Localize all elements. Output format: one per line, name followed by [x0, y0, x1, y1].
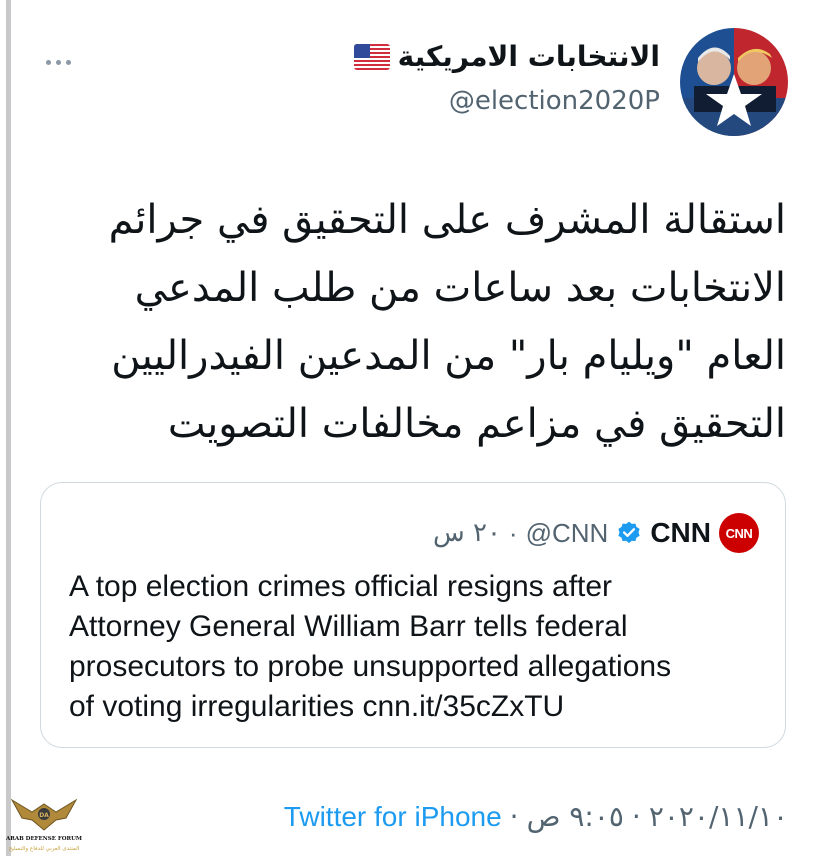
tweet-line: التحقيق في مزاعم مخالفات التصويت: [167, 401, 786, 447]
tweet-text: استقالة المشرف على التحقيق في جرائم الان…: [86, 186, 786, 458]
source-link[interactable]: Twitter for iPhone: [284, 801, 502, 833]
quoted-tweet-text: A top election crimes official resigns a…: [69, 567, 671, 727]
tweet-line: العام "ويليام بار" من المدعين الفيدراليي…: [111, 333, 786, 379]
watermark-line1: ARAB DEFENSE FORUM: [5, 836, 82, 842]
quoted-line: A top election crimes official resigns a…: [69, 570, 613, 603]
left-edge-rule: [6, 0, 11, 856]
meta-separator: ·: [509, 800, 519, 833]
display-name[interactable]: الانتخابات الامريكية: [398, 40, 660, 73]
watermark-line2: المنتدى العربي للدفاع والتسليح: [9, 846, 80, 852]
tweet-date[interactable]: ٢٠٢٠/١١/١٠: [649, 800, 788, 833]
more-options-icon[interactable]: [42, 52, 74, 72]
cnn-logo-avatar[interactable]: CNN: [719, 513, 759, 553]
arab-defense-forum-watermark-logo: DA ARAB DEFENSE FORUM المنتدى العربي للد…: [4, 790, 84, 856]
header-separator: ·: [508, 517, 518, 548]
quoted-line: prosecutors to probe unsupported allegat…: [69, 650, 672, 683]
display-name-row[interactable]: الانتخابات الامريكية: [353, 40, 660, 73]
user-handle[interactable]: @election2020P: [449, 86, 660, 116]
quoted-tweet-time[interactable]: ٢٠ س: [433, 518, 501, 548]
quoted-line: Attorney General William Barr tells fede…: [69, 610, 628, 643]
quoted-line: of voting irregularities cnn.it/35cZxTU: [69, 690, 565, 723]
quoted-author-handle[interactable]: @CNN: [526, 518, 609, 549]
verified-badge-icon: [618, 521, 640, 544]
tweet-time[interactable]: ٩:٠٥ ص: [527, 800, 624, 833]
svg-text:DA: DA: [39, 812, 49, 819]
quoted-tweet-header: CNN CNN @CNN · ٢٠ س: [433, 513, 759, 553]
quoted-author-name[interactable]: CNN: [650, 517, 711, 549]
tweet-meta: ٢٠٢٠/١١/١٠ · ٩:٠٥ ص · Twitter for iPhone: [284, 800, 788, 833]
avatar[interactable]: [680, 28, 788, 136]
tweet-line: استقالة المشرف على التحقيق في جرائم: [108, 197, 786, 243]
tweet-line: الانتخابات بعد ساعات من طلب المدعي: [134, 265, 786, 311]
us-flag-icon: [353, 43, 390, 70]
meta-separator: ·: [631, 800, 641, 833]
quoted-tweet-card[interactable]: CNN CNN @CNN · ٢٠ س A top election crime…: [40, 482, 786, 748]
